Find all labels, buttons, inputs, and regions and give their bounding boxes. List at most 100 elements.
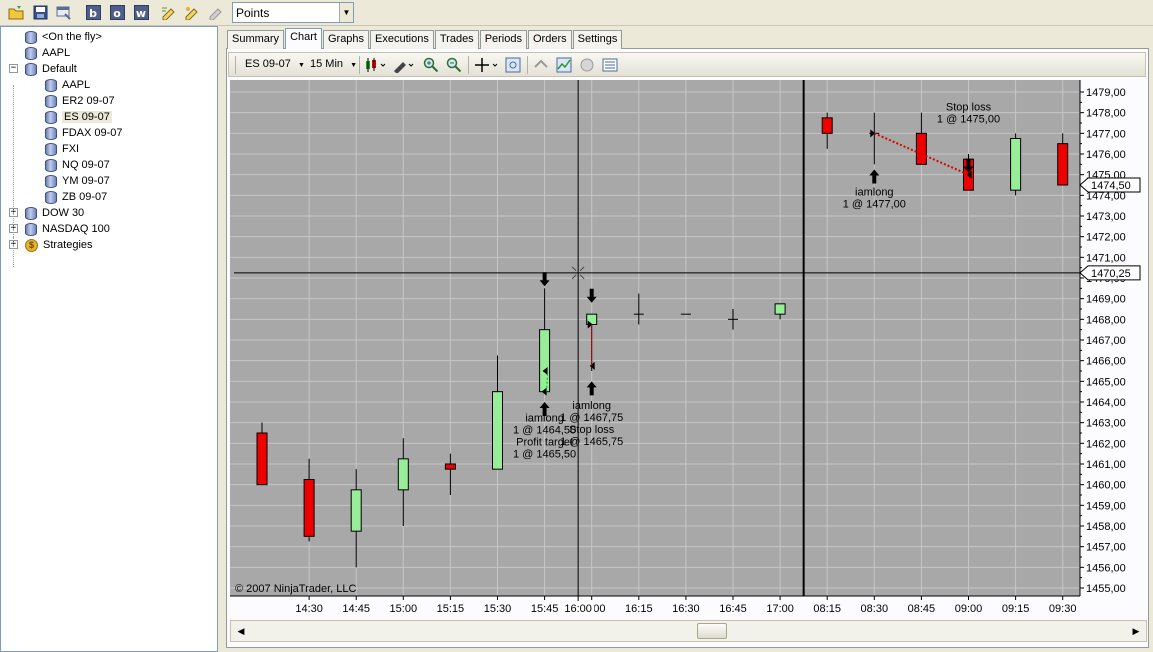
tab-executions[interactable]: Executions bbox=[370, 30, 434, 49]
instrument-label: ES 09-07 bbox=[245, 58, 291, 70]
tab-graphs[interactable]: Graphs bbox=[322, 30, 370, 49]
b-button[interactable]: b bbox=[83, 3, 103, 22]
trade-annotation: 1 @ 1464,50 bbox=[513, 425, 576, 437]
crosshair-icon[interactable] bbox=[474, 57, 500, 73]
chevron-down-icon: ▼ bbox=[297, 62, 305, 69]
tree-connector bbox=[13, 85, 14, 245]
trade-annotation: 1 @ 1477,00 bbox=[843, 198, 906, 210]
drawing-tools-icon[interactable] bbox=[392, 57, 416, 74]
display-unit-combo[interactable]: Points ▼ bbox=[232, 2, 354, 23]
candlestick-style-icon[interactable] bbox=[364, 57, 388, 73]
main-panel: Summary Chart Graphs Executions Trades Period… bbox=[221, 26, 1153, 652]
tree-item-label: AAPL bbox=[62, 79, 91, 91]
x-tick-label: 15:15 bbox=[437, 603, 465, 615]
collapse-icon[interactable]: − bbox=[9, 64, 18, 73]
price-chart[interactable]: 1455,00 1456,00 1457,00 1458,00 1459,00 1460,… bbox=[230, 78, 1147, 620]
tab-periods[interactable]: Periods bbox=[479, 30, 527, 49]
y-tick-label: 1461,00 bbox=[1086, 459, 1126, 471]
x-tick-label: 16:45 bbox=[719, 603, 747, 615]
toolbar-separator bbox=[468, 56, 469, 74]
tree-item-label: DOW 30 bbox=[42, 207, 85, 219]
tree-item[interactable]: + DOW 30 bbox=[9, 205, 85, 221]
indicator-icon[interactable] bbox=[556, 57, 572, 73]
y-tick-label: 1456,00 bbox=[1086, 562, 1126, 574]
tree-item-label: ES 09-07 bbox=[62, 111, 112, 123]
database-icon bbox=[45, 94, 57, 108]
database-icon bbox=[45, 126, 57, 140]
tree-item[interactable]: <On the fly> bbox=[25, 29, 102, 45]
tree-item[interactable]: YM 09-07 bbox=[45, 173, 110, 189]
tab-summary[interactable]: Summary bbox=[227, 30, 285, 49]
y-tick-label: 1460,00 bbox=[1086, 480, 1126, 492]
save-icon[interactable] bbox=[30, 3, 50, 22]
x-tick-label: 15:45 bbox=[531, 603, 559, 615]
candle-body bbox=[821, 117, 833, 134]
x-tick-label: 15:00 bbox=[390, 603, 418, 615]
candle-body bbox=[444, 463, 456, 470]
scroll-left-icon[interactable]: ◀ bbox=[233, 623, 249, 639]
tree-item[interactable]: FXI bbox=[45, 141, 79, 157]
interval-dropdown[interactable]: 15 Min ▼ bbox=[310, 58, 357, 70]
tab-settings[interactable]: Settings bbox=[572, 30, 623, 49]
tree-item[interactable]: + NASDAQ 100 bbox=[9, 221, 110, 237]
x-tick-label: 09:15 bbox=[1002, 603, 1030, 615]
chart-scrollbar[interactable]: ◀ ▶ bbox=[230, 620, 1147, 642]
delete-icon[interactable] bbox=[205, 3, 225, 22]
x-tick-label: 09:00 bbox=[955, 603, 983, 615]
o-button[interactable]: o bbox=[107, 3, 127, 22]
chevron-down-icon[interactable]: ▼ bbox=[339, 3, 353, 22]
open-folder-icon[interactable] bbox=[6, 3, 26, 22]
trade-annotation: iamlong bbox=[855, 186, 894, 198]
edit-icon[interactable] bbox=[182, 3, 202, 22]
x-tick-label: 16:15 bbox=[625, 603, 653, 615]
tree-item-label: Strategies bbox=[43, 239, 93, 251]
instrument-tree: <On the fly> AAPL − Default AAPL ER2 09-07 ES … bbox=[0, 26, 218, 652]
w-button-label: w bbox=[133, 5, 149, 20]
tree-item[interactable]: FDAX 09-07 bbox=[45, 125, 123, 141]
y-tick-label: 1455,00 bbox=[1086, 583, 1126, 595]
reload-icon[interactable] bbox=[579, 57, 595, 73]
trade-annotation: iamlong bbox=[525, 413, 564, 425]
x-tick-label: 15:30 bbox=[484, 603, 512, 615]
tree-item-label: ER2 09-07 bbox=[62, 95, 115, 107]
database-icon bbox=[25, 222, 37, 236]
tree-item[interactable]: ER2 09-07 bbox=[45, 93, 115, 109]
toolbar-grip bbox=[235, 56, 236, 74]
tree-item[interactable]: AAPL bbox=[25, 45, 70, 61]
tab-trades[interactable]: Trades bbox=[434, 30, 479, 49]
w-button[interactable]: w bbox=[131, 3, 151, 22]
tab-orders[interactable]: Orders bbox=[527, 30, 572, 49]
x-tick-label: 08:15 bbox=[813, 603, 841, 615]
candle-body bbox=[1010, 138, 1022, 191]
tab-chart[interactable]: Chart bbox=[285, 28, 322, 49]
window-icon[interactable] bbox=[54, 3, 74, 22]
zoom-in-icon[interactable] bbox=[423, 57, 439, 73]
tree-item[interactable]: ZB 09-07 bbox=[45, 189, 107, 205]
instrument-dropdown[interactable]: ES 09-07 ▼ bbox=[245, 58, 305, 70]
tree-item[interactable]: − Default bbox=[9, 61, 77, 77]
scrollbar-thumb[interactable] bbox=[697, 623, 727, 639]
database-icon bbox=[25, 30, 37, 44]
y-tick-label: 1465,00 bbox=[1086, 376, 1126, 388]
tree-item[interactable]: + $ Strategies bbox=[9, 237, 93, 253]
tree-item-label: <On the fly> bbox=[42, 31, 102, 43]
zoom-out-icon[interactable] bbox=[446, 57, 462, 73]
pencil-icon[interactable] bbox=[159, 3, 179, 22]
chevron-down-icon: ▼ bbox=[350, 62, 358, 69]
properties-icon[interactable] bbox=[505, 57, 521, 73]
strategy-icon[interactable] bbox=[533, 57, 549, 73]
tree-item[interactable]: ES 09-07 bbox=[45, 109, 112, 125]
database-icon bbox=[45, 190, 57, 204]
database-icon bbox=[25, 206, 37, 220]
tree-item-label: AAPL bbox=[42, 47, 71, 59]
tree-item[interactable]: NQ 09-07 bbox=[45, 157, 110, 173]
data-box-icon[interactable] bbox=[602, 57, 618, 73]
y-tick-label: 1467,00 bbox=[1086, 335, 1126, 347]
x-tick-label: 08:30 bbox=[861, 603, 889, 615]
x-tick-label: 14:45 bbox=[342, 603, 370, 615]
scroll-right-icon[interactable]: ▶ bbox=[1128, 623, 1144, 639]
database-icon bbox=[45, 78, 57, 92]
tree-item-label: FXI bbox=[62, 143, 80, 155]
tree-item[interactable]: AAPL bbox=[45, 77, 90, 93]
y-tick-label: 1471,00 bbox=[1086, 252, 1126, 264]
